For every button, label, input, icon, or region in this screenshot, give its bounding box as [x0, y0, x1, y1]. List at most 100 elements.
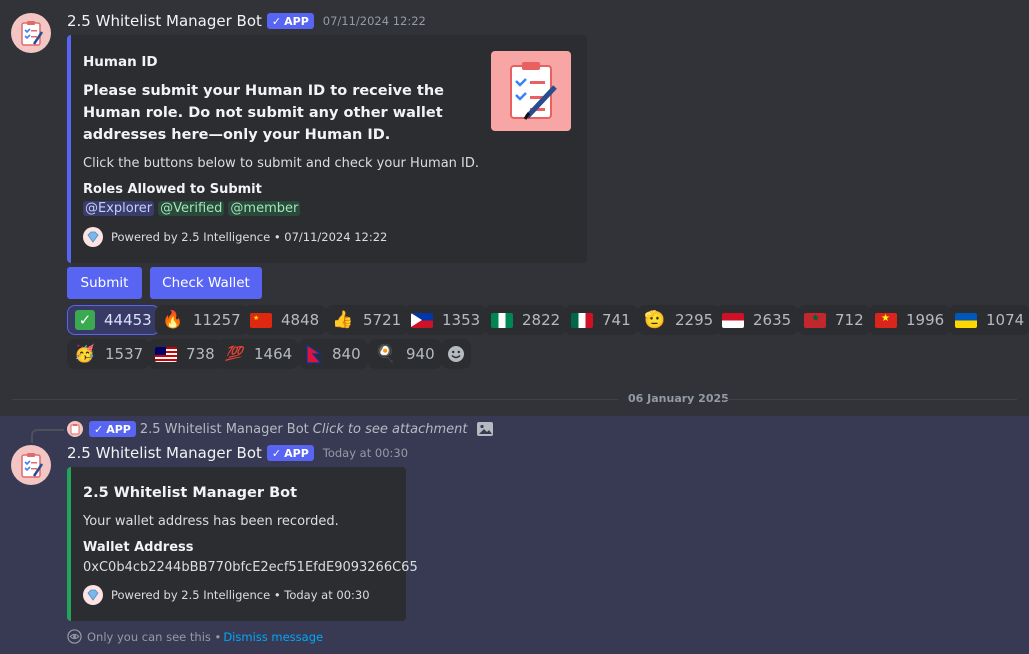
message-timestamp: 07/11/2024 12:22 [322, 14, 426, 28]
reaction-flag-nigeria[interactable]: 2822 [484, 305, 568, 335]
reply-connector [31, 429, 64, 443]
ephemeral-notice: Only you can see this • [87, 629, 222, 644]
reaction-count: 4848 [281, 311, 320, 329]
reaction-count: 2295 [675, 311, 714, 329]
check-icon: ✓ [94, 422, 104, 436]
message-username[interactable]: 2.5 Whitelist Manager Bot [67, 12, 262, 30]
reaction-flag-indonesia[interactable]: 2635 [715, 305, 799, 335]
clipboard-icon [21, 21, 44, 46]
app-badge-label: APP [284, 14, 309, 28]
message-timestamp: Today at 00:30 [322, 446, 409, 460]
flag-philippines-icon [411, 312, 433, 328]
check-mark-icon: ✓ [75, 310, 95, 330]
hundred-points-icon: 💯 [225, 346, 243, 362]
saluting-face-icon: 🫡 [644, 309, 666, 330]
embed-title: 2.5 Whitelist Manager Bot [83, 485, 298, 501]
reaction-flag-malaysia[interactable]: 738 [148, 339, 222, 369]
reply-app-badge: ✓ APP [89, 421, 136, 437]
reaction-flag-vietnam[interactable]: ★ 1996 [868, 305, 952, 335]
diamond-icon [87, 231, 99, 243]
check-wallet-button[interactable]: Check Wallet [150, 267, 262, 299]
bot-avatar[interactable] [11, 13, 51, 53]
reaction-flag-china[interactable]: ★ 4848 [243, 305, 327, 335]
cooking-icon: 🍳 [375, 343, 397, 364]
reaction-flag-philippines[interactable]: 1353 [404, 305, 488, 335]
role-mention-member[interactable]: @member [228, 201, 301, 216]
reaction-count: 712 [835, 311, 864, 329]
clipboard-icon [21, 453, 44, 478]
reaction-count: 2822 [522, 311, 561, 329]
flag-malaysia-icon [155, 346, 177, 362]
reaction-count: 741 [602, 311, 631, 329]
bot-avatar[interactable] [11, 445, 51, 485]
reaction-count: 11257 [193, 311, 241, 329]
image-icon [476, 422, 493, 436]
footer-icon [83, 227, 103, 247]
reaction-count: 2635 [753, 311, 792, 329]
app-badge: ✓ APP [266, 13, 314, 29]
flag-vietnam-icon: ★ [875, 312, 897, 328]
reply-username[interactable]: 2.5 Whitelist Manager Bot [140, 422, 309, 437]
wallet-recorded-embed: 2.5 Whitelist Manager Bot Your wallet ad… [67, 467, 418, 621]
app-badge-label: APP [284, 446, 309, 460]
reaction-count: 840 [332, 345, 361, 363]
app-badge-label: APP [106, 422, 131, 436]
embed-field-name: Roles Allowed to Submit [83, 182, 262, 197]
reply-avatar[interactable] [67, 421, 83, 437]
embed-title: Human ID [83, 54, 158, 70]
embed-description-bold: Please submit your Human ID to receive t… [83, 83, 445, 143]
footer-icon [83, 585, 103, 605]
flag-mexico-icon [571, 312, 593, 328]
flag-indonesia-icon [722, 312, 744, 328]
flag-morocco-icon: ★ [804, 312, 826, 328]
flag-china-icon: ★ [250, 312, 272, 328]
app-badge: ✓ APP [266, 445, 314, 461]
thumbs-up-icon: 👍 [332, 309, 354, 330]
flag-nigeria-icon [491, 312, 513, 328]
date-divider: 06 January 2025 [628, 392, 729, 405]
reaction-saluting-face[interactable]: 🫡 2295 [637, 305, 721, 335]
role-mention-explorer[interactable]: @Explorer [83, 201, 155, 216]
flag-nepal-icon [305, 343, 324, 364]
human-id-embed: Human ID Please submit your Human ID to … [67, 35, 587, 263]
diamond-icon [87, 589, 99, 601]
reaction-flag-mexico[interactable]: 741 [564, 305, 638, 335]
reaction-count: 1353 [442, 311, 481, 329]
clipboard-icon [70, 424, 80, 435]
embed-footer: Powered by 2.5 Intelligence • 07/11/2024… [111, 230, 388, 244]
message-username[interactable]: 2.5 Whitelist Manager Bot [67, 444, 262, 462]
reaction-thumbs-up[interactable]: 👍 5721 [325, 305, 409, 335]
fire-icon: 🔥 [162, 309, 184, 330]
reaction-flag-ukraine[interactable]: 1074 [948, 305, 1029, 335]
date-divider-line-left [12, 399, 618, 400]
embed-thumbnail[interactable] [491, 51, 571, 131]
reaction-hundred[interactable]: 💯 1464 [216, 339, 300, 369]
reaction-count: 1996 [906, 311, 945, 329]
eye-icon [67, 629, 82, 644]
reaction-count: 1074 [986, 311, 1025, 329]
reaction-flag-morocco[interactable]: ★ 712 [797, 305, 871, 335]
reaction-count: 5721 [363, 311, 402, 329]
add-reaction-icon [448, 346, 464, 362]
add-reaction-button[interactable] [441, 339, 471, 369]
reaction-flag-nepal[interactable]: 840 [298, 339, 368, 369]
embed-description: Your wallet address has been recorded. [83, 514, 339, 529]
dismiss-message-link[interactable]: Dismiss message [223, 630, 323, 644]
clipboard-icon [510, 62, 557, 120]
reaction-count: 44453 [104, 311, 152, 329]
embed-field-name: Wallet Address [83, 540, 194, 555]
reaction-check[interactable]: ✓ 44453 [67, 305, 160, 335]
submit-button[interactable]: Submit [67, 267, 142, 299]
reply-text[interactable]: Click to see attachment [313, 422, 468, 437]
flag-ukraine-icon [955, 312, 977, 328]
reaction-count: 940 [406, 345, 435, 363]
check-icon: ✓ [271, 446, 282, 460]
reaction-count: 1537 [105, 345, 144, 363]
reaction-party-face[interactable]: 🥳 1537 [67, 339, 151, 369]
reaction-cooking[interactable]: 🍳 940 [368, 339, 442, 369]
check-icon: ✓ [271, 14, 282, 28]
reaction-count: 1464 [254, 345, 293, 363]
reaction-fire[interactable]: 🔥 11257 [155, 305, 248, 335]
party-face-icon: 🥳 [74, 343, 96, 364]
role-mention-verified[interactable]: @Verified [158, 201, 225, 216]
